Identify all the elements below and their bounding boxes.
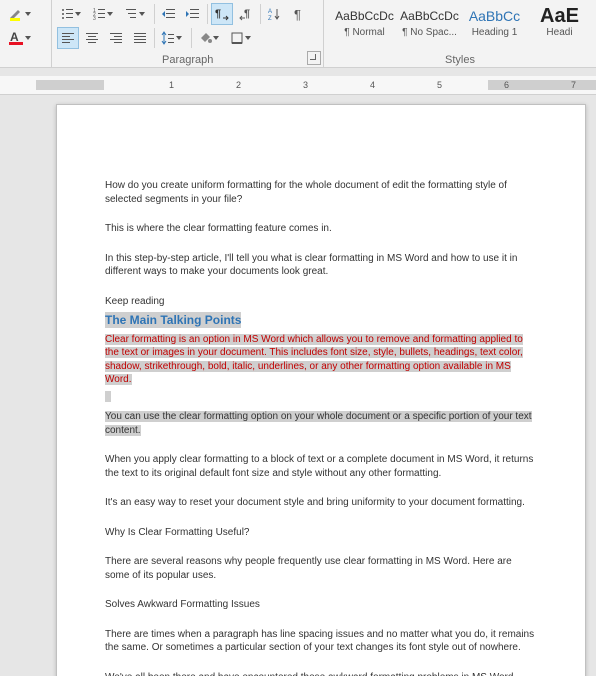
align-right-button[interactable] [105,27,127,49]
styles-group-label: Styles [324,54,596,66]
style-preview: AaBbCcDc [398,5,461,27]
body-text[interactable]: Keep reading [105,295,537,309]
heading-selected[interactable]: The Main Talking Points [105,312,537,329]
body-text[interactable]: There are several reasons why people fre… [105,555,537,582]
highlighter-icon [8,6,24,22]
rtl-direction-button[interactable]: ¶ [235,3,257,25]
increase-indent-icon [186,7,200,21]
style-name: Headi [528,27,591,38]
multilevel-list-icon [124,7,138,21]
font-color[interactable]: A [5,27,41,49]
body-text[interactable]: When you apply clear formatting to a blo… [105,453,537,480]
pilcrow-icon: ¶ [292,7,306,21]
bullet-list-icon [60,7,74,21]
style-preview: AaE [528,5,591,27]
numbering-button[interactable]: 123 [89,3,119,25]
line-spacing-button[interactable] [158,27,188,49]
selected-gray-text[interactable]: You can use the clear formatting option … [105,410,537,437]
svg-text:¶: ¶ [294,7,301,21]
paragraph-group-label: Paragraph [52,54,323,66]
ruler-tick: 7 [571,80,576,90]
svg-text:A: A [268,9,272,15]
ruler-tick: 2 [236,80,241,90]
selected-empty-line[interactable] [105,391,537,407]
sort-button[interactable]: AZ [264,3,286,25]
svg-text:3: 3 [93,16,96,21]
style-preview: AaBbCc [463,5,526,27]
svg-text:A: A [10,30,19,44]
align-right-icon [109,31,123,45]
align-justify-button[interactable] [129,27,151,49]
ruler-tick: 5 [437,80,442,90]
align-center-icon [85,31,99,45]
ruler-tick: 1 [169,80,174,90]
style-preview: AaBbCcDc [333,5,396,27]
svg-text:¶: ¶ [215,8,221,20]
pilcrow-ltr-icon: ¶ [215,7,229,21]
body-text[interactable]: How do you create uniform formatting for… [105,179,537,206]
paint-bucket-icon [198,31,212,45]
document-area: 1 2 3 4 5 6 7 How do you create uniform format… [0,68,596,676]
paragraph-group: 123 ¶ [52,0,324,67]
line-spacing-icon [161,31,175,45]
decrease-indent-button[interactable] [158,3,180,25]
font-group-partial: A [0,0,52,67]
ribbon: A 123 [0,0,596,68]
number-list-icon: 123 [92,7,106,21]
decrease-indent-icon [162,7,176,21]
style-item[interactable]: AaBbCcDc¶ No Spac... [397,4,462,50]
style-gallery[interactable]: AaBbCcDc¶ NormalAaBbCcDc¶ No Spac...AaBb… [328,2,592,50]
align-left-icon [61,31,75,45]
font-color-icon: A [8,30,24,46]
ruler-tick: 6 [504,80,509,90]
style-name: ¶ No Spac... [398,27,461,38]
ruler-tick: 4 [370,80,375,90]
border-icon [230,31,244,45]
pilcrow-rtl-icon: ¶ [239,7,253,21]
sort-icon: AZ [267,7,281,21]
document-page[interactable]: How do you create uniform formatting for… [56,104,586,676]
align-justify-icon [133,31,147,45]
multilevel-list-button[interactable] [121,3,151,25]
body-text[interactable]: This is where the clear formatting featu… [105,222,537,236]
svg-text:Z: Z [268,16,272,21]
bullets-button[interactable] [57,3,87,25]
ruler-tick: 3 [303,80,308,90]
body-text[interactable]: There are times when a paragraph has lin… [105,628,537,655]
body-text[interactable]: We've all been there and have encountere… [105,671,537,676]
shading-button[interactable] [195,27,225,49]
align-left-button[interactable] [57,27,79,49]
selected-red-text[interactable]: Clear formatting is an option in MS Word… [105,333,537,387]
horizontal-ruler[interactable]: 1 2 3 4 5 6 7 [0,76,596,95]
style-name: Heading 1 [463,27,526,38]
text-highlight-color[interactable] [5,3,41,25]
sub-heading[interactable]: Why Is Clear Formatting Useful? [105,526,537,540]
paragraph-launcher[interactable] [307,51,321,65]
ltr-direction-button[interactable]: ¶ [211,3,233,25]
sub-heading[interactable]: Solves Awkward Formatting Issues [105,598,537,612]
borders-button[interactable] [227,27,257,49]
body-text[interactable]: It's an easy way to reset your document … [105,496,537,510]
style-item[interactable]: AaBbCcHeading 1 [462,4,527,50]
increase-indent-button[interactable] [182,3,204,25]
style-name: ¶ Normal [333,27,396,38]
style-item[interactable]: AaEHeadi [527,4,592,50]
align-center-button[interactable] [81,27,103,49]
show-paragraph-marks-button[interactable]: ¶ [288,3,310,25]
body-text[interactable]: In this step-by-step article, I'll tell … [105,252,537,279]
styles-group: AaBbCcDc¶ NormalAaBbCcDc¶ No Spac...AaBb… [324,0,596,67]
style-item[interactable]: AaBbCcDc¶ Normal [332,4,397,50]
